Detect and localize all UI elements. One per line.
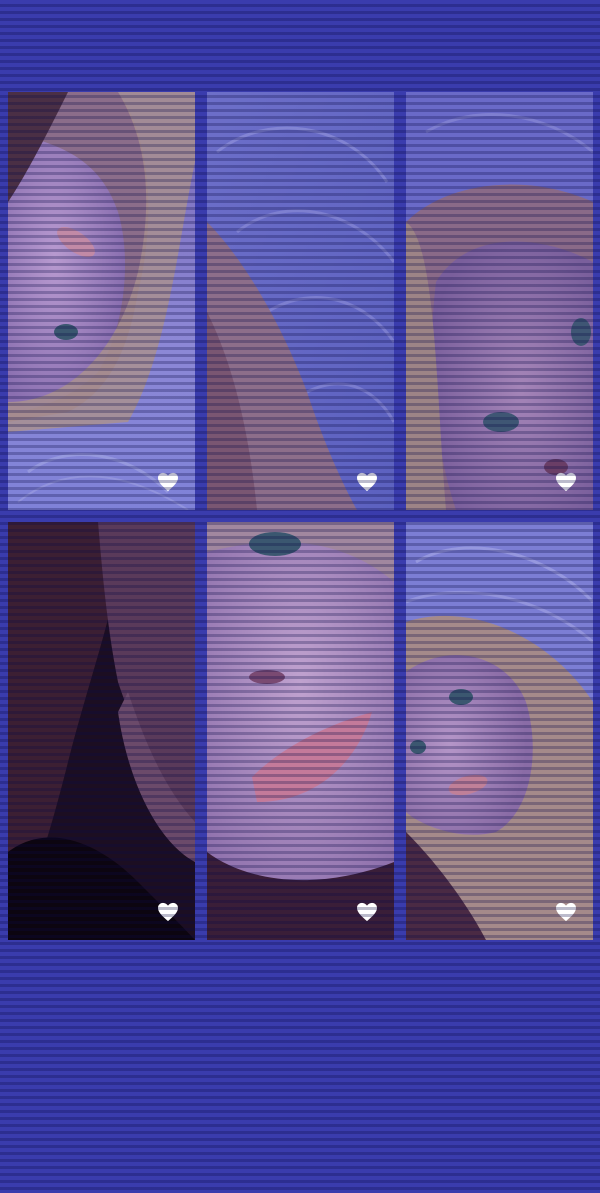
photo-image — [8, 522, 195, 940]
heart-icon[interactable] — [555, 472, 577, 492]
photo-tile[interactable] — [8, 522, 195, 940]
photo-tile[interactable] — [406, 92, 593, 510]
heart-icon[interactable] — [356, 472, 378, 492]
photo-image — [406, 522, 593, 940]
heart-icon[interactable] — [555, 902, 577, 922]
photo-tile[interactable] — [207, 92, 394, 510]
heart-icon[interactable] — [157, 902, 179, 922]
photo-image — [207, 92, 394, 510]
heart-icon[interactable] — [157, 472, 179, 492]
photo-image — [207, 522, 394, 940]
photo-tile[interactable] — [406, 522, 593, 940]
photo-image — [406, 92, 593, 510]
photo-tile[interactable] — [207, 522, 394, 940]
heart-icon[interactable] — [356, 902, 378, 922]
photo-image — [8, 92, 195, 510]
photo-grid — [8, 92, 593, 940]
photo-tile[interactable] — [8, 92, 195, 510]
